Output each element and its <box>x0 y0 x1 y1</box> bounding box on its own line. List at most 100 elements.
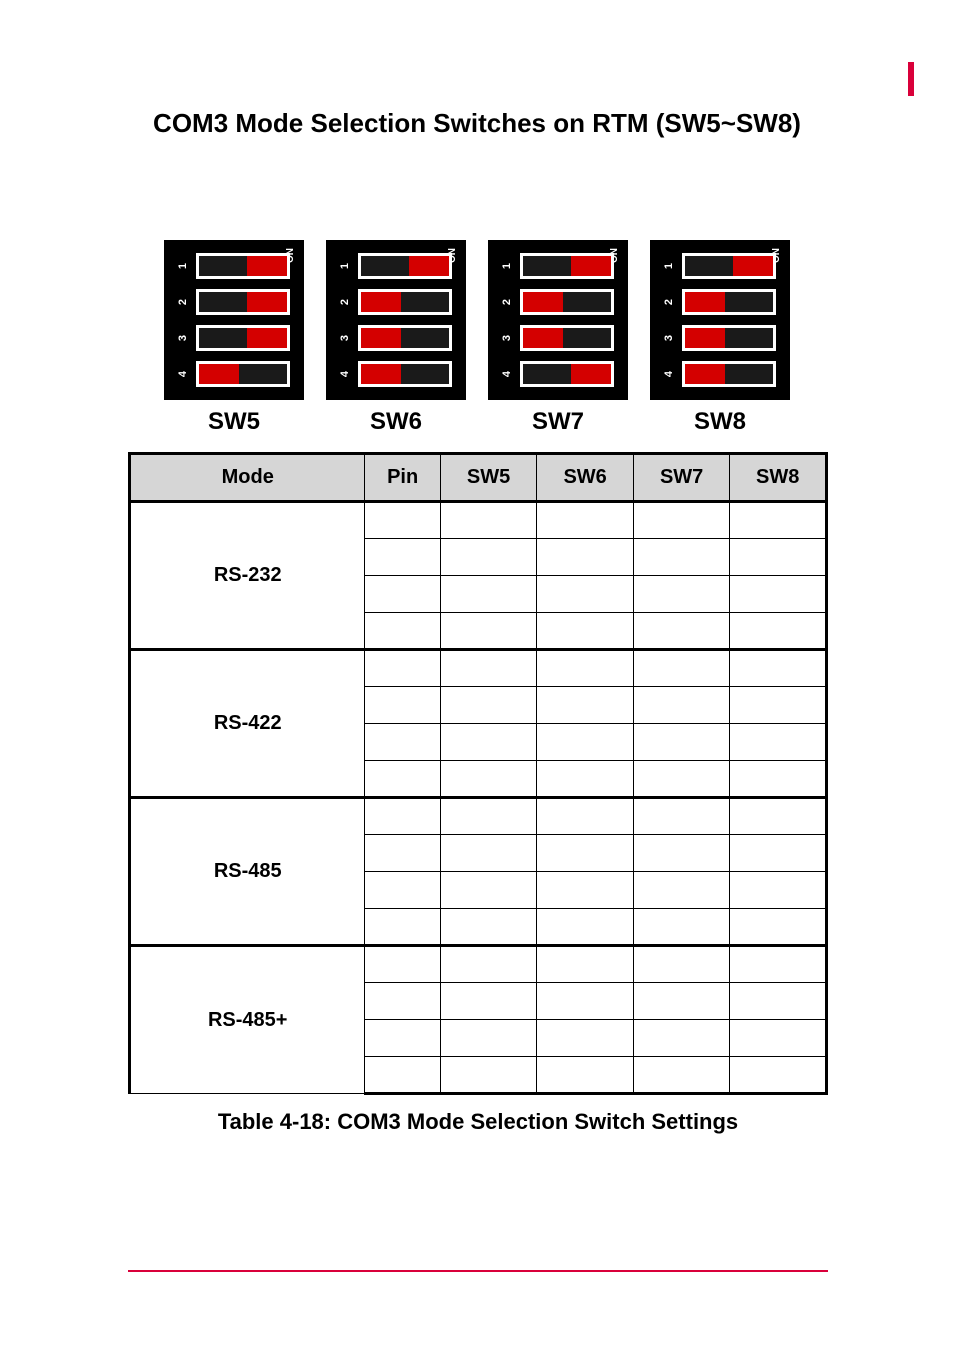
dip-slot <box>196 361 290 387</box>
table-cell <box>730 613 827 650</box>
table-cell <box>440 835 537 872</box>
dip-slider <box>685 328 725 348</box>
switch-label: SW5 <box>164 408 304 436</box>
dip-pin-label: 1 <box>177 257 189 275</box>
table-cell <box>440 909 537 946</box>
table-cell <box>730 798 827 835</box>
table-cell <box>730 1020 827 1057</box>
table-cell <box>730 835 827 872</box>
table-cell <box>537 1057 634 1094</box>
table-cell <box>440 502 537 539</box>
dip-slider <box>361 328 401 348</box>
dip-slider <box>523 292 563 312</box>
dip-slider <box>685 292 725 312</box>
dip-switch-row: ON 1 2 3 4 SW5 ON 1 2 3 4 SW6 ON 1 2 3 4… <box>0 240 954 436</box>
table-cell <box>633 983 730 1020</box>
table-cell <box>537 1020 634 1057</box>
table-cell <box>633 835 730 872</box>
table-cell <box>440 613 537 650</box>
table-cell <box>440 872 537 909</box>
table-cell <box>537 539 634 576</box>
table-cell <box>537 798 634 835</box>
table-cell <box>537 724 634 761</box>
dip-slot <box>520 361 614 387</box>
col-sw5: SW5 <box>440 454 537 502</box>
table-cell <box>633 761 730 798</box>
table-cell <box>633 798 730 835</box>
table-cell <box>633 539 730 576</box>
dip-pin-label: 4 <box>339 365 351 383</box>
table-cell <box>440 798 537 835</box>
dip-pin-label: 1 <box>663 257 675 275</box>
table-cell <box>633 1057 730 1094</box>
table-cell <box>730 539 827 576</box>
dip-slider <box>247 328 287 348</box>
dip-slider <box>409 256 449 276</box>
mode-cell: RS-485 <box>130 798 365 946</box>
dip-slot <box>196 289 290 315</box>
dip-switch-sw7: ON 1 2 3 4 SW7 <box>488 240 628 436</box>
table-cell <box>365 539 440 576</box>
dip-pin-label: 3 <box>501 329 513 347</box>
table-cell <box>633 872 730 909</box>
table-cell <box>440 687 537 724</box>
col-pin: Pin <box>365 454 440 502</box>
dip-slider <box>523 328 563 348</box>
table-cell <box>365 1057 440 1094</box>
table-cell <box>537 835 634 872</box>
table-cell <box>537 909 634 946</box>
table-cell <box>440 761 537 798</box>
dip-slot <box>682 253 776 279</box>
dip-slider <box>361 364 401 384</box>
table-caption: Table 4-18: COM3 Mode Selection Switch S… <box>128 1109 828 1135</box>
dip-pin-label: 3 <box>339 329 351 347</box>
table-cell <box>633 687 730 724</box>
table-cell <box>730 687 827 724</box>
table-cell <box>365 761 440 798</box>
table-cell <box>730 502 827 539</box>
table-cell <box>365 502 440 539</box>
dip-slot <box>682 325 776 351</box>
dip-pin-label: 1 <box>501 257 513 275</box>
mode-cell: RS-422 <box>130 650 365 798</box>
table-cell <box>440 946 537 983</box>
table-cell <box>537 946 634 983</box>
dip-pin-label: 4 <box>663 365 675 383</box>
dip-switch-sw6: ON 1 2 3 4 SW6 <box>326 240 466 436</box>
dip-slot <box>358 253 452 279</box>
table-cell <box>730 1057 827 1094</box>
dip-pin-label: 4 <box>177 365 189 383</box>
table-cell <box>365 983 440 1020</box>
settings-table-wrap: Mode Pin SW5 SW6 SW7 SW8 RS-232RS-422RS-… <box>128 452 828 1135</box>
dip-slot <box>520 289 614 315</box>
dip-slider <box>733 256 773 276</box>
dip-pin-label: 4 <box>501 365 513 383</box>
dip-slot <box>358 325 452 351</box>
dip-slot <box>358 361 452 387</box>
table-cell <box>365 909 440 946</box>
dip-pin-label: 1 <box>339 257 351 275</box>
dip-pin-label: 2 <box>501 293 513 311</box>
dip-slot <box>682 361 776 387</box>
table-cell <box>365 724 440 761</box>
dip-switch-sw5: ON 1 2 3 4 SW5 <box>164 240 304 436</box>
dip-slot <box>196 253 290 279</box>
dip-pin-label: 2 <box>177 293 189 311</box>
dip-slider <box>685 364 725 384</box>
dip-slot <box>520 253 614 279</box>
table-cell <box>537 502 634 539</box>
table-cell <box>633 502 730 539</box>
table-cell <box>365 872 440 909</box>
dip-switch-body: ON 1 2 3 4 <box>650 240 790 400</box>
table-cell <box>365 576 440 613</box>
table-cell <box>730 761 827 798</box>
table-cell <box>365 798 440 835</box>
table-cell <box>730 650 827 687</box>
table-cell <box>537 613 634 650</box>
table-cell <box>537 650 634 687</box>
table-cell <box>537 687 634 724</box>
table-cell <box>440 1020 537 1057</box>
dip-slider <box>247 256 287 276</box>
dip-slot <box>358 289 452 315</box>
table-cell <box>440 1057 537 1094</box>
